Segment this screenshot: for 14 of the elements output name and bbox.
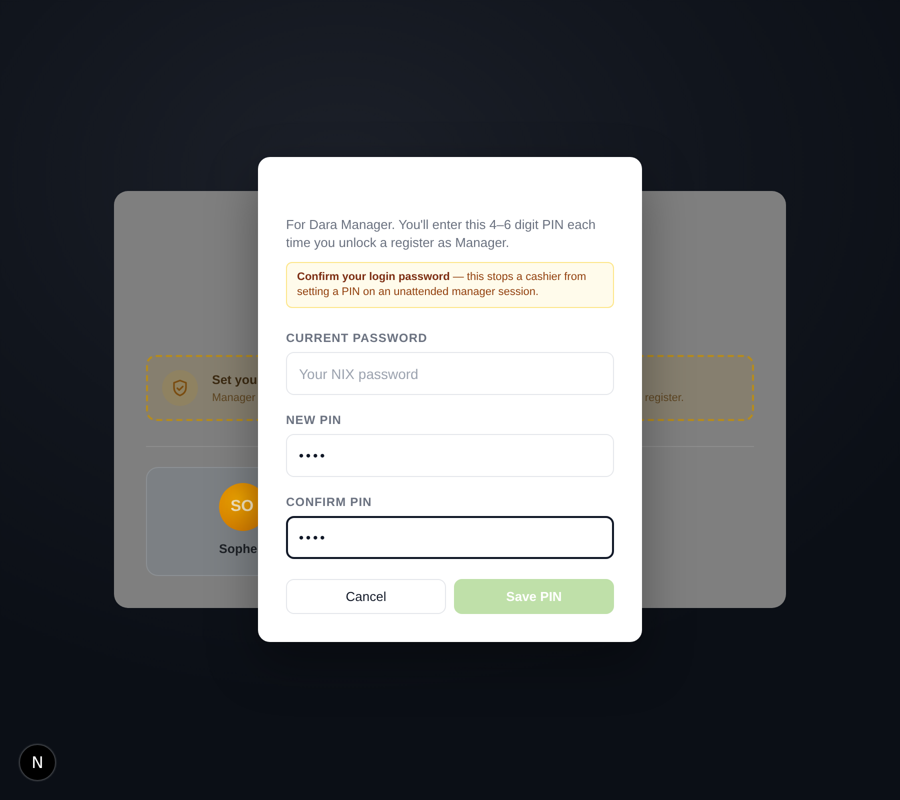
logo-button[interactable]: N [19,744,56,781]
field-label: CURRENT PASSWORD [286,330,428,346]
warning-notice: Confirm your login password — this stops a cashier from setting a PIN on an unattended manager session. [286,262,614,308]
cancel-button[interactable]: Cancel [286,579,446,614]
shield-check-icon [162,370,198,406]
field-label: NEW PIN [286,412,343,428]
banner-title: Set you [212,372,258,388]
staff-name: Sophe [219,541,258,557]
banner-text: Manager [212,390,256,404]
dialog-description: For Dara Manager. You'll enter this 4–6 digit PIN each time you unlock a register as Manager. [286,216,597,252]
pin-field[interactable]: •••• [286,434,614,477]
password-field[interactable]: Your NIX password [286,352,614,395]
banner-text: register. [644,391,684,405]
pin-field[interactable]: •••• [286,516,614,559]
